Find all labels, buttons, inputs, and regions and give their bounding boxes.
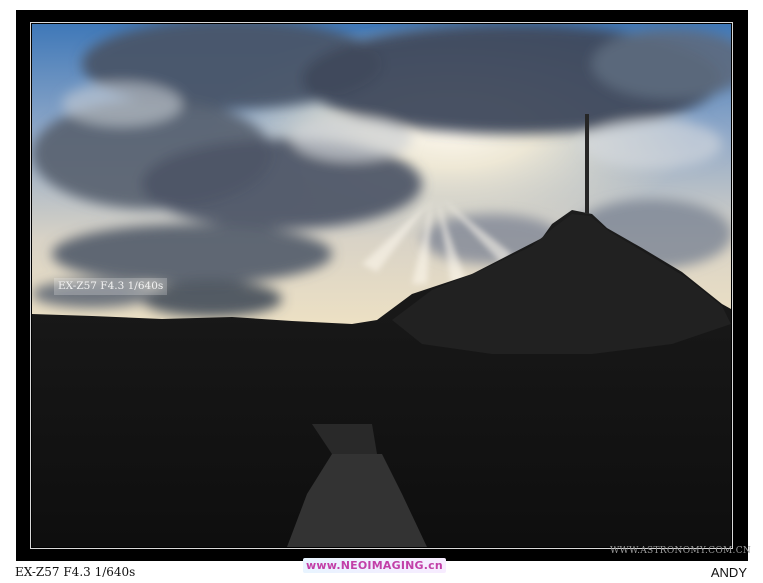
site-watermark: WWW.ASTRONOMY.COM.CN [610, 546, 752, 556]
caption-site-logo: www.NEOIMAGING.cn [303, 558, 446, 573]
exif-overlay-label: EX-Z57 F4.3 1/640s [54, 278, 168, 295]
caption-author: ANDY [710, 565, 747, 580]
caption-exif: EX-Z57 F4.3 1/640s [15, 565, 136, 579]
